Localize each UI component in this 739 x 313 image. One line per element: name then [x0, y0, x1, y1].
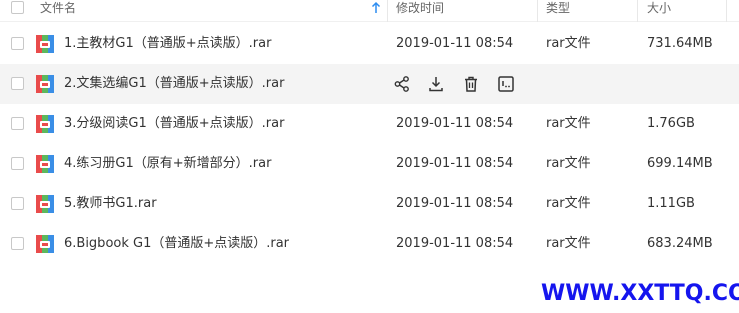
rar-archive-icon: [36, 235, 54, 253]
file-row[interactable]: 5.教师书G1.rar 2019-01-11 08:54 rar文件 1.11G…: [0, 184, 739, 224]
file-name[interactable]: 6.Bigbook G1（普通版+点读版）.rar: [64, 236, 289, 252]
delete-icon[interactable]: [462, 75, 480, 93]
file-size: 1.11GB: [647, 196, 695, 211]
file-size: 699.14MB: [647, 156, 713, 171]
file-type: rar文件: [546, 236, 591, 251]
file-row[interactable]: 3.分级阅读G1（普通版+点读版）.rar 2019-01-11 08:54 r…: [0, 104, 739, 144]
row-checkbox[interactable]: [11, 37, 24, 50]
rar-archive-icon: [36, 115, 54, 133]
column-divider[interactable]: [637, 0, 638, 22]
column-divider[interactable]: [387, 0, 388, 22]
row-checkbox[interactable]: [11, 197, 24, 210]
column-header-size[interactable]: 大小: [647, 0, 671, 22]
row-checkbox[interactable]: [11, 157, 24, 170]
column-header-modified[interactable]: 修改时间: [396, 0, 444, 22]
file-type: rar文件: [546, 116, 591, 131]
rar-archive-icon: [36, 195, 54, 213]
row-checkbox[interactable]: [11, 77, 24, 90]
column-divider[interactable]: [537, 0, 538, 22]
file-type: rar文件: [546, 196, 591, 211]
rar-archive-icon: [36, 35, 54, 53]
column-divider[interactable]: [726, 0, 727, 22]
file-modified: 2019-01-11 08:54: [396, 196, 514, 211]
more-icon[interactable]: [497, 75, 515, 93]
file-modified: 2019-01-11 08:54: [396, 36, 514, 51]
file-row[interactable]: 1.主教材G1（普通版+点读版）.rar 2019-01-11 08:54 ra…: [0, 24, 739, 64]
column-header-type[interactable]: 类型: [546, 0, 570, 22]
file-size: 1.76GB: [647, 116, 695, 131]
arrow-up-icon[interactable]: [370, 1, 382, 15]
file-list-header: 文件名 修改时间 类型 大小: [0, 0, 739, 22]
file-row[interactable]: 6.Bigbook G1（普通版+点读版）.rar 2019-01-11 08:…: [0, 224, 739, 264]
file-type: rar文件: [546, 36, 591, 51]
file-row[interactable]: 4.练习册G1（原有+新增部分）.rar 2019-01-11 08:54 ra…: [0, 144, 739, 184]
file-modified: 2019-01-11 08:54: [396, 156, 514, 171]
file-modified: 2019-01-11 08:54: [396, 236, 514, 251]
file-name[interactable]: 3.分级阅读G1（普通版+点读版）.rar: [64, 116, 284, 132]
file-name[interactable]: 1.主教材G1（普通版+点读版）.rar: [64, 36, 271, 52]
file-size: 731.64MB: [647, 36, 713, 51]
file-name[interactable]: 4.练习册G1（原有+新增部分）.rar: [64, 156, 271, 172]
file-modified: 2019-01-11 08:54: [396, 116, 514, 131]
file-size: 683.24MB: [647, 236, 713, 251]
select-all-checkbox[interactable]: [11, 1, 24, 14]
rar-archive-icon: [36, 155, 54, 173]
row-checkbox[interactable]: [11, 237, 24, 250]
file-name[interactable]: 2.文集选编G1（普通版+点读版）.rar: [64, 76, 284, 92]
file-type: rar文件: [546, 156, 591, 171]
watermark-text: WWW.XXTTQ.COM: [541, 281, 739, 306]
row-checkbox[interactable]: [11, 117, 24, 130]
file-name[interactable]: 5.教师书G1.rar: [64, 196, 157, 212]
download-icon[interactable]: [427, 75, 445, 93]
file-row[interactable]: 2.文集选编G1（普通版+点读版）.rar: [0, 64, 739, 104]
rar-archive-icon: [36, 75, 54, 93]
column-header-name[interactable]: 文件名: [40, 0, 76, 22]
share-icon[interactable]: [393, 75, 411, 93]
